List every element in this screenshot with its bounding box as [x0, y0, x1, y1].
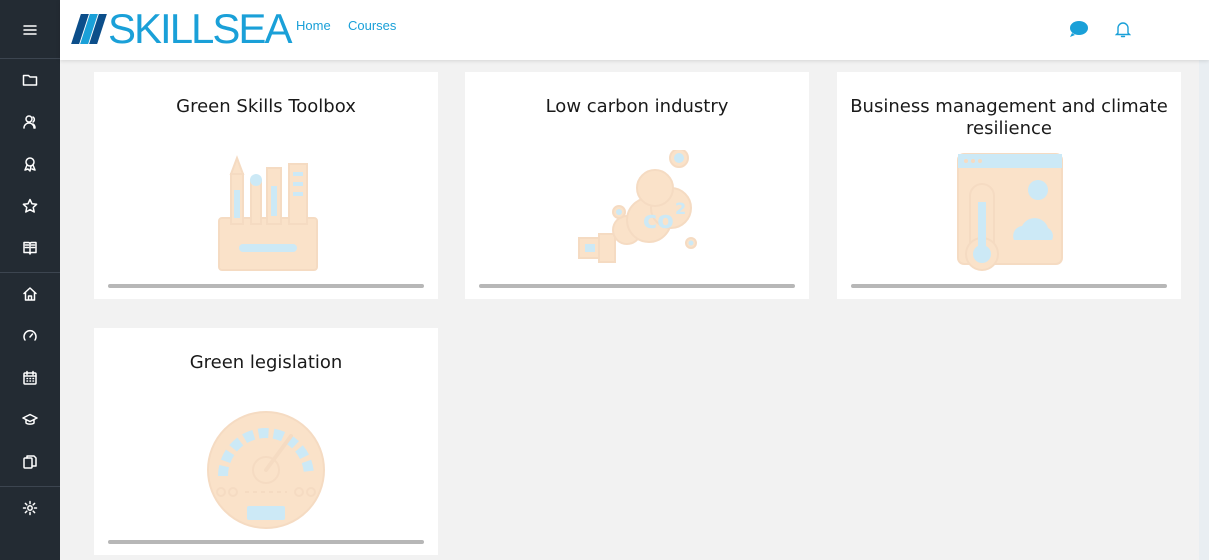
course-card[interactable]: Business management and climate resilien… [837, 72, 1181, 299]
course-progress-bar [851, 284, 1167, 288]
menu-icon[interactable] [0, 12, 60, 48]
sidebar-divider [0, 272, 60, 273]
messages-icon[interactable] [1068, 18, 1090, 40]
svg-text:co: co [643, 206, 674, 234]
nav-courses-link[interactable]: Courses [348, 18, 396, 33]
book-icon[interactable] [0, 230, 60, 266]
award-icon[interactable] [0, 146, 60, 182]
course-title[interactable]: Green Skills Toolbox [104, 96, 428, 118]
star-icon[interactable] [0, 188, 60, 224]
course-title[interactable]: Green legislation [104, 352, 428, 374]
skillsea-logo[interactable]: SKILLSEA [71, 5, 292, 52]
right-scroll-region [1199, 60, 1209, 560]
users-icon[interactable] [0, 104, 60, 140]
dashboard-icon[interactable] [0, 318, 60, 354]
logo-mark [71, 14, 107, 44]
thermometer-weather-illustration-icon [837, 150, 1181, 280]
home-icon[interactable] [0, 276, 60, 312]
copy-icon[interactable] [0, 444, 60, 480]
co2-pollution-illustration-icon: co 2 [465, 150, 809, 280]
notifications-bell-icon[interactable] [1112, 18, 1134, 40]
nav-home-link[interactable]: Home [296, 18, 331, 33]
course-progress-bar [108, 284, 424, 288]
course-title[interactable]: Business management and climate resilien… [847, 96, 1171, 140]
graduation-cap-icon[interactable] [0, 402, 60, 438]
course-card[interactable]: Green legislation [94, 328, 438, 555]
course-card[interactable]: Low carbon industry co 2 [465, 72, 809, 299]
calendar-icon[interactable] [0, 360, 60, 396]
sidebar-divider [0, 58, 60, 59]
course-progress-bar [108, 540, 424, 544]
logo-text: SKILLSEA [108, 5, 292, 52]
top-navbar: SKILLSEA Home Courses [60, 0, 1209, 60]
settings-icon[interactable] [0, 490, 60, 526]
folder-icon[interactable] [0, 62, 60, 98]
svg-text:2: 2 [675, 199, 686, 218]
sidebar [0, 0, 60, 560]
course-card[interactable]: Green Skills Toolbox [94, 72, 438, 299]
tools-illustration-icon [94, 150, 438, 280]
course-progress-bar [479, 284, 795, 288]
course-title[interactable]: Low carbon industry [475, 96, 799, 118]
sidebar-divider [0, 486, 60, 487]
gauge-meter-illustration-icon [94, 406, 438, 536]
